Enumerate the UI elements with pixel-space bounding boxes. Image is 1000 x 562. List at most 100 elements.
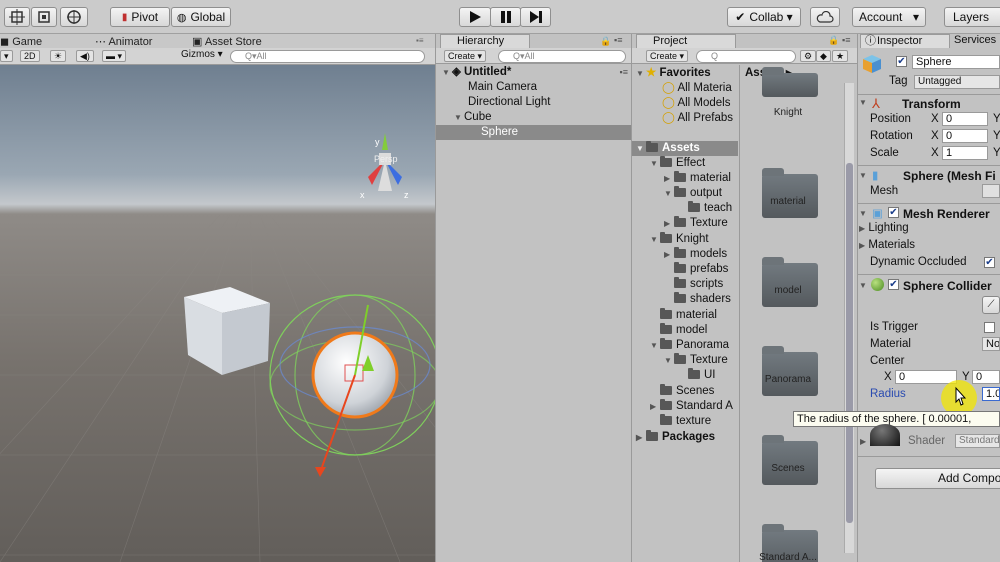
favorites-item[interactable]: ◯ All Materia: [662, 81, 732, 96]
transform-tool-button[interactable]: [60, 7, 88, 27]
hierarchy-item-directional-light[interactable]: Directional Light: [468, 95, 550, 110]
tree-item-assets[interactable]: ▼ Assets: [632, 141, 738, 156]
scene-viewport[interactable]: y x z Persp: [0, 65, 435, 562]
panel-menu-icon[interactable]: ▪≡: [416, 36, 424, 45]
edit-collider-button[interactable]: ⟋: [982, 296, 1000, 314]
audio-toggle[interactable]: ◀): [76, 50, 94, 62]
shading-mode-dropdown[interactable]: ▾: [0, 50, 13, 62]
add-component-button[interactable]: Add Compo: [875, 468, 1000, 489]
tree-item[interactable]: ▼ Panorama: [650, 338, 729, 353]
object-name-field[interactable]: Sphere: [912, 55, 1000, 69]
center-y-field[interactable]: 0: [972, 370, 1000, 384]
tree-item[interactable]: ▼ Knight: [650, 232, 709, 247]
is-trigger-checkbox[interactable]: [984, 322, 995, 333]
pause-button[interactable]: [490, 7, 521, 27]
tree-item[interactable]: material: [660, 308, 717, 323]
tree-item[interactable]: ▼ Texture: [664, 353, 728, 368]
tree-item[interactable]: ▶ Standard A: [650, 399, 733, 414]
rotation-x-field[interactable]: 0: [942, 129, 988, 143]
tab-hierarchy[interactable]: Hierarchy: [440, 34, 530, 48]
project-search-input[interactable]: Q: [696, 50, 796, 63]
persp-label[interactable]: Persp: [374, 154, 398, 164]
tree-item[interactable]: shaders: [674, 292, 731, 307]
tag-dropdown[interactable]: Untagged: [914, 75, 1000, 89]
orientation-gizmo[interactable]: y x z: [360, 133, 409, 200]
radius-label[interactable]: Radius: [870, 388, 906, 400]
tree-item[interactable]: ▼ output: [664, 186, 722, 201]
favorites-header[interactable]: ▼ ★ Favorites: [636, 66, 711, 81]
global-toggle[interactable]: ◍ Global: [171, 7, 231, 27]
tree-item[interactable]: Scenes: [660, 384, 714, 399]
materials-foldout[interactable]: ▶ Materials: [859, 239, 915, 251]
effects-toggle[interactable]: ▬ ▾: [102, 50, 127, 62]
filter-type-icon[interactable]: ⚙: [800, 50, 817, 62]
tab-game[interactable]: ◼ Game: [0, 35, 42, 48]
tree-item[interactable]: ▶ material: [664, 171, 731, 186]
collab-dropdown[interactable]: ✔ Collab ▾: [727, 7, 801, 27]
tab-asset-store[interactable]: ▣ Asset Store: [192, 35, 262, 48]
step-button[interactable]: [520, 7, 551, 27]
expand-triangle-icon[interactable]: ▶: [860, 437, 866, 446]
shader-dropdown[interactable]: Standard: [955, 434, 1000, 448]
lighting-foldout[interactable]: ▶ Lighting: [859, 222, 909, 234]
filter-label-icon[interactable]: ◆: [816, 50, 831, 62]
scene-search-input[interactable]: Q▾All: [230, 50, 425, 63]
active-checkbox[interactable]: ✔: [896, 56, 907, 67]
play-button[interactable]: [459, 7, 491, 27]
favorites-item[interactable]: ◯ All Models: [662, 96, 731, 111]
cube-object[interactable]: [184, 287, 270, 375]
hierarchy-search-input[interactable]: Q▾All: [498, 50, 626, 63]
dynamic-occluded-checkbox[interactable]: ✔: [984, 257, 995, 268]
tab-services[interactable]: Services: [954, 34, 996, 46]
scene-menu-icon[interactable]: ▪≡: [620, 65, 628, 80]
expand-triangle-icon[interactable]: ▼: [859, 171, 867, 180]
material-field[interactable]: No: [982, 337, 1000, 351]
folder-icon[interactable]: [762, 67, 818, 97]
panel-menu-icon[interactable]: ▪≡: [614, 35, 622, 45]
expand-triangle-icon[interactable]: ▼: [859, 98, 867, 107]
hierarchy-item-cube[interactable]: ▼ Cube: [454, 110, 492, 125]
expand-triangle-icon[interactable]: ▼: [859, 281, 867, 290]
radius-field[interactable]: 1.0: [982, 387, 1000, 401]
tree-item[interactable]: ▼ Effect: [650, 156, 705, 171]
pivot-toggle[interactable]: ▮ Pivot: [110, 7, 170, 27]
tab-animator[interactable]: ⋯ Animator: [95, 35, 152, 48]
scrollbar-thumb[interactable]: [846, 163, 853, 523]
lock-icon[interactable]: 🔒: [828, 35, 839, 46]
mode-2d-toggle[interactable]: 2D: [20, 50, 40, 62]
rect-tool-button[interactable]: [31, 7, 57, 27]
center-x-field[interactable]: 0: [895, 370, 957, 384]
tab-project[interactable]: Project: [636, 34, 736, 48]
layers-dropdown[interactable]: Layers: [944, 7, 1000, 27]
scale-x-field[interactable]: 1: [942, 146, 988, 160]
panel-menu-icon[interactable]: ▪≡: [842, 35, 850, 45]
favorites-item[interactable]: ◯ All Prefabs: [662, 111, 733, 126]
tree-item[interactable]: ▶ models: [664, 247, 727, 262]
account-dropdown[interactable]: Account ▾: [852, 7, 926, 27]
lighting-toggle[interactable]: ☀: [50, 50, 67, 62]
expand-triangle-icon[interactable]: ▼: [859, 209, 867, 218]
hierarchy-item-main-camera[interactable]: Main Camera: [468, 80, 537, 95]
gizmos-dropdown[interactable]: Gizmos ▾: [178, 50, 226, 62]
position-x-field[interactable]: 0: [942, 112, 988, 126]
tree-item[interactable]: ▶ Texture: [664, 216, 728, 231]
cloud-button[interactable]: [810, 7, 840, 27]
tree-item-packages[interactable]: ▶ Packages: [636, 430, 715, 445]
mesh-renderer-enabled-checkbox[interactable]: ✔: [888, 207, 899, 218]
tree-item[interactable]: texture: [660, 414, 711, 429]
tree-item[interactable]: model: [660, 323, 707, 338]
scene-root[interactable]: ▼ ◈ Untitled* ▪≡: [442, 65, 628, 80]
scrollbar[interactable]: [844, 83, 854, 553]
tab-inspector[interactable]: ⓘ Inspector: [860, 34, 950, 48]
lock-icon[interactable]: 🔒: [600, 36, 611, 47]
tree-item[interactable]: prefabs: [674, 262, 728, 277]
hand-tool-button[interactable]: [4, 7, 30, 27]
tree-item[interactable]: scripts: [674, 277, 723, 292]
create-dropdown[interactable]: Create ▾: [646, 50, 689, 62]
favorite-star-icon[interactable]: ★: [832, 50, 849, 62]
mesh-field[interactable]: [982, 184, 1000, 198]
tree-item[interactable]: teach: [688, 201, 732, 216]
sphere-collider-enabled-checkbox[interactable]: ✔: [888, 279, 899, 290]
hierarchy-item-sphere[interactable]: Sphere: [436, 125, 632, 140]
tree-item[interactable]: UI: [688, 368, 716, 383]
